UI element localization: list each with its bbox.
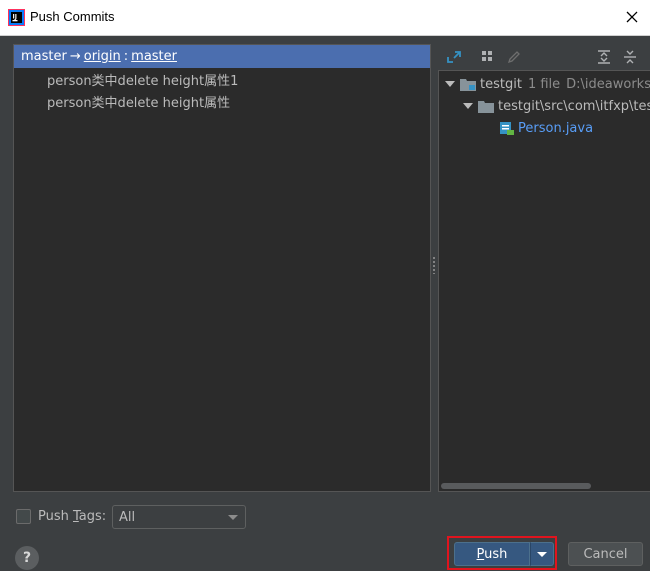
panel-splitter[interactable] xyxy=(432,256,436,274)
tree-file-node[interactable]: Person.java xyxy=(499,118,593,138)
branch-row[interactable]: master → origin : master xyxy=(14,45,430,68)
remote-branch-link[interactable]: master xyxy=(131,49,177,64)
remote-link[interactable]: origin xyxy=(84,49,121,64)
expand-all-icon[interactable] xyxy=(594,47,614,67)
commit-item[interactable]: person类中delete height属性1 xyxy=(14,68,430,90)
horizontal-scrollbar[interactable] xyxy=(441,483,591,489)
group-by-icon[interactable] xyxy=(478,47,498,67)
title-bar: IJ Push Commits xyxy=(0,0,650,36)
local-branch: master xyxy=(21,49,67,64)
root-path: D:\ideaworksp xyxy=(566,76,650,92)
changes-tree[interactable]: testgit 1 file D:\ideaworksp testgit\src… xyxy=(438,70,650,492)
push-button-label: Push xyxy=(476,546,508,562)
tags-select-value: All xyxy=(119,509,136,525)
branch-separator: : xyxy=(123,49,129,64)
close-icon xyxy=(626,11,638,23)
close-button[interactable] xyxy=(622,7,642,27)
commit-item[interactable]: person类中delete height属性 xyxy=(14,90,430,112)
tags-select[interactable]: All xyxy=(112,505,246,529)
window-title: Push Commits xyxy=(30,9,115,24)
help-button[interactable]: ? xyxy=(15,546,39,570)
commit-message: person类中delete height属性 xyxy=(47,95,231,111)
chevron-down-icon xyxy=(537,552,547,557)
svg-text:IJ: IJ xyxy=(13,14,17,21)
expanded-triangle-icon[interactable] xyxy=(444,78,456,90)
cancel-button[interactable]: Cancel xyxy=(568,542,643,566)
folder-name: testgit\src\com\itfxp\tes xyxy=(498,98,650,114)
commits-tree[interactable]: master → origin : master person类中delete … xyxy=(13,44,431,492)
intellij-idea-icon: IJ xyxy=(8,9,25,26)
collapse-all-icon[interactable] xyxy=(620,47,640,67)
push-tags-option[interactable]: Push Tags: xyxy=(16,509,106,524)
tree-root-node[interactable]: testgit 1 file D:\ideaworksp xyxy=(444,74,650,94)
folder-icon xyxy=(478,100,494,113)
expanded-triangle-icon[interactable] xyxy=(462,100,474,112)
push-options-dropdown[interactable] xyxy=(530,542,554,566)
root-name: testgit xyxy=(480,76,522,92)
push-button[interactable]: Push xyxy=(454,542,530,566)
changes-toolbar xyxy=(438,44,648,70)
java-class-icon xyxy=(500,122,514,135)
diff-arrows-icon[interactable] xyxy=(444,47,464,67)
push-tags-label: Push Tags: xyxy=(38,509,107,524)
commit-message: person类中delete height属性1 xyxy=(47,73,239,89)
edit-icon[interactable] xyxy=(504,47,524,67)
module-folder-icon xyxy=(460,78,476,91)
chevron-down-icon xyxy=(228,515,238,520)
file-count: 1 file xyxy=(527,76,561,92)
file-name: Person.java xyxy=(518,120,594,136)
tree-folder-node[interactable]: testgit\src\com\itfxp\tes xyxy=(462,96,650,116)
push-tags-checkbox[interactable] xyxy=(16,509,31,524)
push-arrow: → xyxy=(69,49,81,64)
